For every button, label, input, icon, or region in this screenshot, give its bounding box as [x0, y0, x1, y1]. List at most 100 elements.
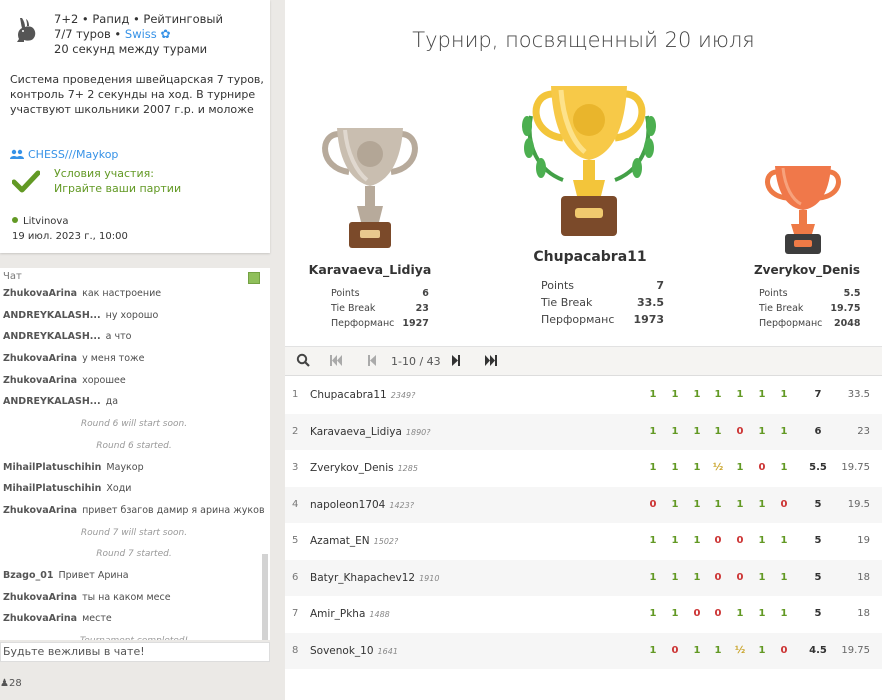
player-name[interactable]: Amir_Pkha 1488 — [310, 608, 390, 620]
round-score[interactable]: 1 — [690, 462, 704, 473]
round-score[interactable]: 0 — [733, 572, 747, 583]
round-score[interactable]: 0 — [711, 572, 725, 583]
round-score[interactable]: 1 — [668, 499, 682, 510]
chat-username[interactable]: ANDREYKALASH... — [3, 396, 101, 407]
round-score[interactable]: 1 — [755, 389, 769, 400]
chat-username[interactable]: ANDREYKALASH... — [3, 310, 101, 321]
chat-username[interactable]: ZhukovaArina — [3, 505, 77, 516]
creator[interactable]: Litvinova — [12, 214, 128, 229]
round-score[interactable]: 0 — [711, 535, 725, 546]
round-score[interactable]: 1 — [646, 645, 660, 656]
round-score[interactable]: 1 — [668, 389, 682, 400]
round-score[interactable]: 1 — [733, 462, 747, 473]
round-score[interactable]: 1 — [668, 572, 682, 583]
round-score[interactable]: 1 — [711, 426, 725, 437]
round-score[interactable]: 1 — [690, 645, 704, 656]
chat-input[interactable]: Будьте вежливы в чате! — [0, 642, 270, 662]
player-name[interactable]: Azamat_EN 1502? — [310, 535, 398, 547]
round-score[interactable]: 1 — [777, 389, 791, 400]
last-page-icon[interactable] — [484, 355, 498, 369]
round-score[interactable]: 1 — [777, 462, 791, 473]
round-score[interactable]: ½ — [733, 645, 747, 656]
round-score[interactable]: 1 — [690, 535, 704, 546]
table-row[interactable]: 8 Sovenok_10 1641 1 0 1 1 ½ 1 0 4.5 19.75 — [285, 632, 882, 669]
table-row[interactable]: 7 Amir_Pkha 1488 1 1 0 0 1 1 1 5 18 — [285, 596, 882, 633]
round-score[interactable]: 1 — [711, 389, 725, 400]
round-score[interactable]: 1 — [646, 462, 660, 473]
round-score[interactable]: 1 — [711, 499, 725, 510]
first-page-icon[interactable] — [329, 355, 343, 369]
round-score[interactable]: 1 — [755, 572, 769, 583]
chat-scrollbar[interactable] — [262, 554, 268, 640]
table-row[interactable]: 5 Azamat_EN 1502? 1 1 1 0 0 1 1 5 19 — [285, 523, 882, 560]
round-score[interactable]: 1 — [777, 426, 791, 437]
prev-page-icon[interactable] — [367, 355, 377, 369]
round-score[interactable]: 0 — [777, 645, 791, 656]
team-link[interactable]: CHESS///Maykop — [10, 148, 118, 161]
round-score[interactable]: 1 — [755, 535, 769, 546]
round-score[interactable]: 0 — [668, 645, 682, 656]
player-name-text[interactable]: Sovenok_10 — [310, 645, 374, 657]
table-row[interactable]: 3 Zverykov_Denis 1285 1 1 1 ½ 1 0 1 5.5 19.75 — [285, 450, 882, 487]
round-score[interactable]: 0 — [646, 499, 660, 510]
round-score[interactable]: 1 — [690, 389, 704, 400]
round-score[interactable]: 0 — [733, 535, 747, 546]
round-score[interactable]: 1 — [668, 608, 682, 619]
gear-icon[interactable]: ✿ — [160, 27, 170, 41]
player-name-text[interactable]: Karavaeva_Lidiya — [310, 426, 402, 438]
round-score[interactable]: 1 — [690, 572, 704, 583]
team-name[interactable]: CHESS///Maykop — [28, 148, 118, 161]
podium-1-name[interactable]: Chupacabra11 — [520, 249, 660, 265]
chat-username[interactable]: ZhukovaArina — [3, 375, 77, 386]
round-score[interactable]: 1 — [646, 572, 660, 583]
swiss-link[interactable]: Swiss — [125, 27, 157, 41]
round-score[interactable]: 1 — [646, 389, 660, 400]
creator-name[interactable]: Litvinova — [23, 216, 68, 227]
round-score[interactable]: 1 — [711, 645, 725, 656]
round-score[interactable]: 0 — [755, 462, 769, 473]
round-score[interactable]: 1 — [690, 426, 704, 437]
player-name[interactable]: Zverykov_Denis 1285 — [310, 462, 418, 474]
player-name[interactable]: napoleon1704 1423? — [310, 499, 414, 511]
round-score[interactable]: 1 — [690, 499, 704, 510]
player-name-text[interactable]: Amir_Pkha — [310, 608, 365, 620]
round-score[interactable]: 1 — [733, 499, 747, 510]
player-name-text[interactable]: Zverykov_Denis — [310, 462, 394, 474]
player-name-text[interactable]: napoleon1704 — [310, 499, 385, 511]
round-score[interactable]: 1 — [646, 535, 660, 546]
table-row[interactable]: 4 napoleon1704 1423? 0 1 1 1 1 1 0 5 19.5 — [285, 486, 882, 523]
round-score[interactable]: 1 — [777, 535, 791, 546]
chat-username[interactable]: ZhukovaArina — [3, 592, 77, 603]
round-score[interactable]: 1 — [733, 389, 747, 400]
next-page-icon[interactable] — [451, 355, 461, 369]
round-score[interactable]: 1 — [646, 426, 660, 437]
podium-2-name[interactable]: Karavaeva_Lidiya — [305, 262, 435, 277]
round-score[interactable]: 1 — [646, 608, 660, 619]
player-name[interactable]: Sovenok_10 1641 — [310, 645, 398, 657]
round-score[interactable]: 1 — [755, 499, 769, 510]
round-score[interactable]: 1 — [668, 426, 682, 437]
player-name[interactable]: Karavaeva_Lidiya 1890? — [310, 426, 431, 438]
round-score[interactable]: 0 — [777, 499, 791, 510]
player-name[interactable]: Chupacabra11 2349? — [310, 389, 415, 401]
round-score[interactable]: 1 — [668, 535, 682, 546]
round-score[interactable]: 1 — [755, 426, 769, 437]
round-score[interactable]: 0 — [711, 608, 725, 619]
player-name-text[interactable]: Chupacabra11 — [310, 389, 387, 401]
chat-username[interactable]: ZhukovaArina — [3, 288, 77, 299]
round-score[interactable]: 0 — [690, 608, 704, 619]
chat-username[interactable]: Bzago_01 — [3, 570, 53, 581]
round-score[interactable]: 1 — [755, 645, 769, 656]
player-name-text[interactable]: Batyr_Khapachev12 — [310, 572, 415, 584]
table-row[interactable]: 2 Karavaeva_Lidiya 1890? 1 1 1 1 0 1 1 6 23 — [285, 413, 882, 450]
chat-username[interactable]: MihailPlatuschihin — [3, 483, 101, 494]
player-name[interactable]: Batyr_Khapachev12 1910 — [310, 572, 439, 584]
chat-username[interactable]: ZhukovaArina — [3, 613, 77, 624]
round-score[interactable]: 1 — [777, 608, 791, 619]
round-score[interactable]: 1 — [733, 608, 747, 619]
round-score[interactable]: 1 — [755, 608, 769, 619]
table-row[interactable]: 1 Chupacabra11 2349? 1 1 1 1 1 1 1 7 33.5 — [285, 377, 882, 414]
table-row[interactable]: 6 Batyr_Khapachev12 1910 1 1 1 0 0 1 1 5 18 — [285, 559, 882, 596]
chat-toggle[interactable] — [248, 272, 260, 284]
chat-username[interactable]: ANDREYKALASH... — [3, 331, 101, 342]
